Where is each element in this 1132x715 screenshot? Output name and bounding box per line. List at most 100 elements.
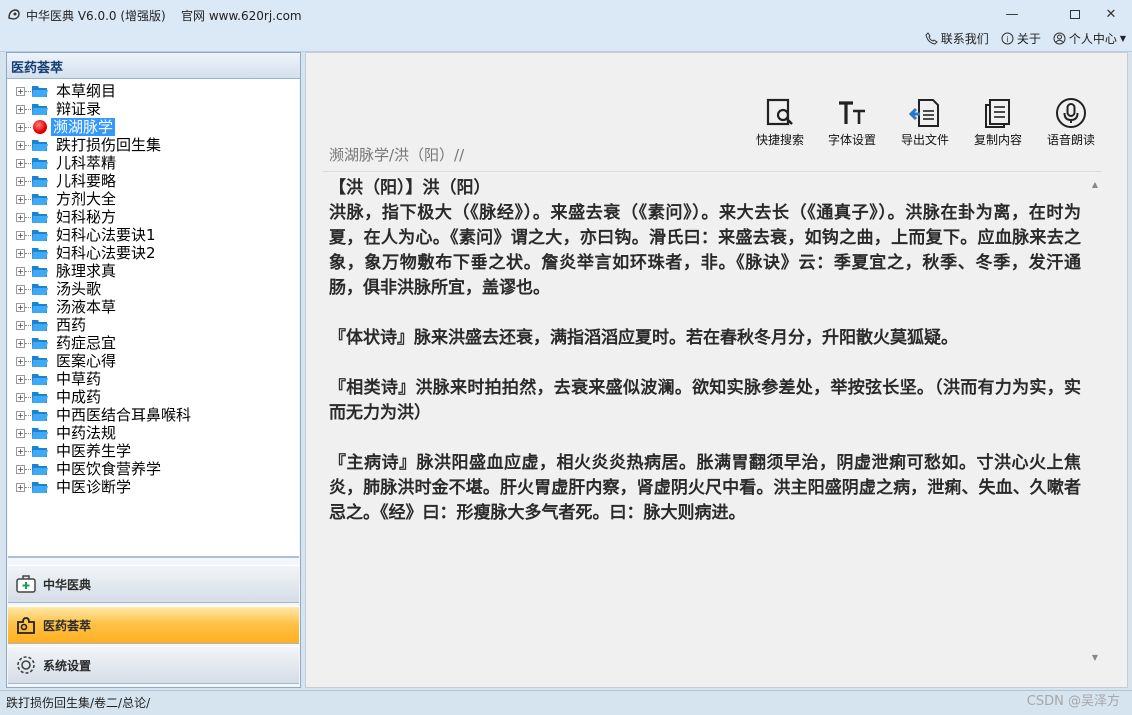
read-aloud-button[interactable]: 语音朗读 bbox=[1036, 97, 1106, 148]
expand-icon[interactable]: + bbox=[16, 428, 25, 438]
tree-item[interactable]: + 中药法规 bbox=[8, 424, 118, 442]
nav-button-label: 系统设置 bbox=[43, 658, 92, 673]
font-settings-label: 字体设置 bbox=[827, 133, 876, 147]
minimize-button[interactable]: — bbox=[997, 3, 1027, 25]
tree-connector bbox=[25, 90, 31, 92]
tree-item[interactable]: + 辩证录 bbox=[8, 100, 103, 118]
folder-icon bbox=[32, 319, 48, 331]
tree-item[interactable]: + 中医饮食营养学 bbox=[8, 460, 163, 478]
nav-button[interactable]: 中华医典 bbox=[8, 565, 299, 603]
tree-connector bbox=[25, 216, 31, 218]
tree-item[interactable]: + 中医诊断学 bbox=[8, 478, 133, 496]
expand-icon[interactable]: + bbox=[16, 248, 25, 258]
folder-icon bbox=[32, 139, 48, 151]
tree-item[interactable]: + 妇科秘方 bbox=[8, 208, 118, 226]
tree-connector bbox=[25, 432, 31, 434]
expand-icon[interactable]: + bbox=[16, 122, 25, 132]
expand-icon[interactable]: + bbox=[16, 338, 25, 348]
export-file-button[interactable]: 导出文件 bbox=[890, 97, 960, 148]
user-icon bbox=[1053, 32, 1066, 45]
copy-icon bbox=[985, 99, 1010, 128]
tree-item[interactable]: + 医案心得 bbox=[8, 352, 118, 370]
phone-icon bbox=[925, 32, 938, 45]
expand-icon[interactable]: + bbox=[16, 374, 25, 384]
expand-icon[interactable]: + bbox=[16, 446, 25, 456]
divider bbox=[323, 171, 1102, 172]
expand-icon[interactable]: + bbox=[16, 284, 25, 294]
expand-icon[interactable]: + bbox=[16, 212, 25, 222]
expand-icon[interactable]: + bbox=[16, 230, 25, 240]
expand-icon[interactable]: + bbox=[16, 86, 25, 96]
tree-item[interactable]: + 妇科心法要诀2 bbox=[8, 244, 158, 262]
tree-item-label: 中草药 bbox=[56, 370, 102, 388]
close-button[interactable]: ✕ bbox=[1096, 3, 1126, 25]
tree-item[interactable]: + 儿科萃精 bbox=[8, 154, 118, 172]
expand-icon[interactable]: + bbox=[16, 140, 25, 150]
tree-item[interactable]: + 儿科要略 bbox=[8, 172, 118, 190]
expand-icon[interactable]: + bbox=[16, 482, 25, 492]
expand-icon[interactable]: + bbox=[16, 392, 25, 402]
tree-item[interactable]: + 中西医结合耳鼻喉科 bbox=[8, 406, 193, 424]
quick-search-button[interactable]: 快捷搜索 bbox=[745, 97, 815, 148]
folder-icon bbox=[32, 445, 48, 457]
content-panel: 快捷搜索 字体设置 导出文件 复制内容 语音朗读 濒湖脉学/洪（阳）// 【洪（… bbox=[305, 52, 1128, 688]
selected-marker-icon bbox=[33, 120, 47, 134]
expand-icon[interactable]: + bbox=[16, 176, 25, 186]
close-icon: ✕ bbox=[1105, 6, 1117, 22]
tree-item[interactable]: + 汤头歌 bbox=[8, 280, 103, 298]
top-menu: 联系我们 i 关于 个人中心 ▼ bbox=[925, 30, 1126, 47]
category-tree[interactable]: + 本草纲目 + 辩证录 + 濒湖脉学 + 跌打损伤回生集 + 儿科萃精 + 儿科要略 + 方剂大全 + 妇科… bbox=[8, 79, 299, 558]
tree-item[interactable]: + 方剂大全 bbox=[8, 190, 118, 208]
tree-item[interactable]: + 中草药 bbox=[8, 370, 103, 388]
maximize-button[interactable] bbox=[1060, 3, 1090, 25]
scroll-up-arrow-icon[interactable]: ▲ bbox=[1092, 180, 1098, 189]
contact-us-link[interactable]: 联系我们 bbox=[925, 30, 989, 47]
title-bar: 中华医典 V6.0.0 (增强版) 官网 www.620rj.com — ✕ 联… bbox=[0, 0, 1132, 52]
expand-icon[interactable]: + bbox=[16, 266, 25, 276]
copy-content-label: 复制内容 bbox=[973, 133, 1022, 147]
read-aloud-label: 语音朗读 bbox=[1046, 133, 1095, 147]
expand-icon[interactable]: + bbox=[16, 410, 25, 420]
tree-item[interactable]: + 汤液本草 bbox=[8, 298, 118, 316]
tree-item[interactable]: + 妇科心法要诀1 bbox=[8, 226, 158, 244]
expand-icon[interactable]: + bbox=[16, 302, 25, 312]
tree-connector bbox=[25, 414, 31, 416]
tree-item[interactable]: + 药症忌宜 bbox=[8, 334, 118, 352]
tree-item-label: 中西医结合耳鼻喉科 bbox=[56, 406, 192, 424]
article-text: 【洪（阳）】洪（阳） 洪脉，指下极大（《脉经》）。来盛去衰（《素问》）。来大去长… bbox=[329, 176, 1081, 666]
tree-item[interactable]: + 本草纲目 bbox=[8, 82, 118, 100]
font-size-icon bbox=[839, 101, 865, 124]
tree-item[interactable]: + 中医养生学 bbox=[8, 442, 133, 460]
tree-item[interactable]: + 跌打损伤回生集 bbox=[8, 136, 163, 154]
expand-icon[interactable]: + bbox=[16, 320, 25, 330]
app-title: 中华医典 V6.0.0 (增强版) 官网 www.620rj.com bbox=[26, 7, 302, 24]
maximize-icon bbox=[1070, 9, 1080, 19]
about-link[interactable]: i 关于 bbox=[1001, 30, 1041, 47]
font-settings-button[interactable]: 字体设置 bbox=[817, 97, 887, 148]
microphone-icon bbox=[1056, 98, 1086, 128]
tree-item-label: 妇科秘方 bbox=[56, 208, 117, 226]
tree-item[interactable]: + 中成药 bbox=[8, 388, 103, 406]
left-panel-header: 医药荟萃 bbox=[7, 53, 300, 79]
article-paragraph: 『体状诗』脉来洪盛去还衰，满指滔滔应夏时。若在春秋冬月分，升阳散火莫狐疑。 bbox=[329, 328, 958, 348]
tree-item-label: 中医养生学 bbox=[56, 442, 132, 460]
user-center-menu[interactable]: 个人中心 ▼ bbox=[1053, 30, 1126, 47]
expand-icon[interactable]: + bbox=[16, 464, 25, 474]
tree-item[interactable]: + 濒湖脉学 bbox=[8, 118, 116, 136]
tree-connector bbox=[25, 360, 31, 362]
expand-icon[interactable]: + bbox=[16, 194, 25, 204]
article-paragraph: 『相类诗』洪脉来时拍拍然，去衰来盛似波澜。欲知实脉参差处，举按弦长坚。（洪而有力… bbox=[329, 378, 1081, 423]
copy-content-button[interactable]: 复制内容 bbox=[963, 97, 1033, 148]
svg-text:i: i bbox=[1006, 35, 1008, 44]
tree-connector bbox=[25, 234, 31, 236]
tree-item-label: 脉理求真 bbox=[56, 262, 117, 280]
expand-icon[interactable]: + bbox=[16, 356, 25, 366]
tree-item[interactable]: + 西药 bbox=[8, 316, 88, 334]
website-link[interactable]: 官网 www.620rj.com bbox=[181, 9, 302, 23]
tree-item[interactable]: + 脉理求真 bbox=[8, 262, 118, 280]
scroll-down-arrow-icon[interactable]: ▼ bbox=[1092, 653, 1098, 662]
expand-icon[interactable]: + bbox=[16, 158, 25, 168]
nav-button[interactable]: 系统设置 bbox=[8, 646, 299, 684]
nav-button[interactable]: 医药荟萃 bbox=[8, 606, 299, 644]
expand-icon[interactable]: + bbox=[16, 104, 25, 114]
